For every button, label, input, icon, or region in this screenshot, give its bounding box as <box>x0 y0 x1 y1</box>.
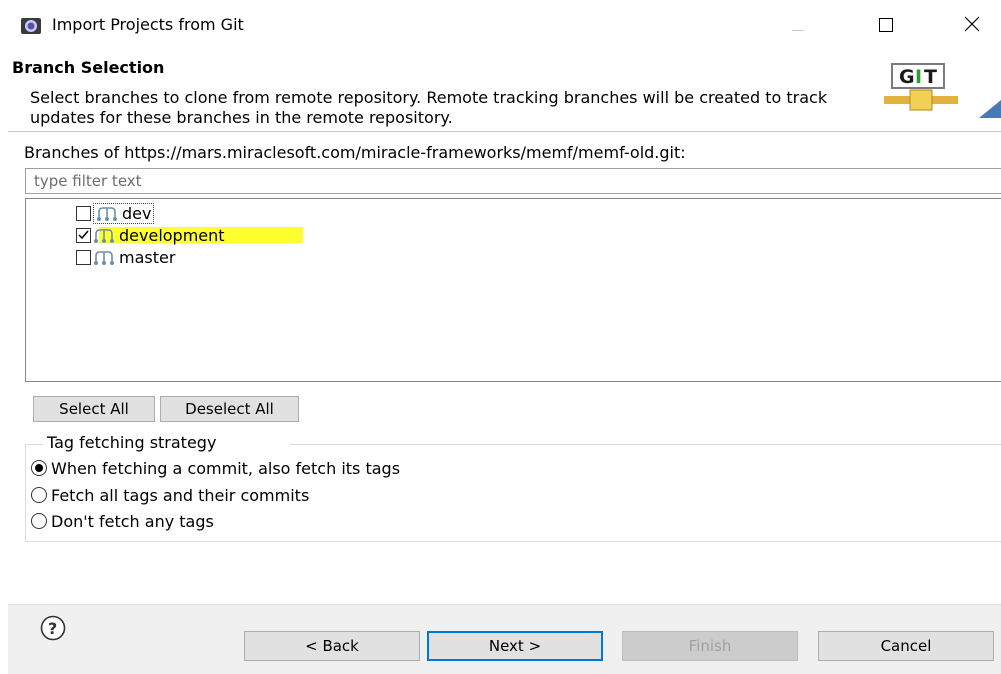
close-icon <box>964 16 980 36</box>
branch-item[interactable]: master <box>76 247 175 267</box>
group-border <box>25 444 43 445</box>
checkbox-dev[interactable] <box>76 205 91 221</box>
radio-no-tags[interactable]: Don't fetch any tags <box>31 511 214 531</box>
branch-name-dev: dev <box>122 203 152 223</box>
radio-fetch-commit-tags[interactable]: When fetching a commit, also fetch its t… <box>31 458 400 478</box>
branch-icon <box>93 248 115 266</box>
window-title: Import Projects from Git <box>52 15 244 34</box>
radio-label: Don't fetch any tags <box>51 511 214 531</box>
branch-tree[interactable]: dev development master <box>25 198 1001 382</box>
svg-text:?: ? <box>48 619 57 638</box>
radio-fetch-all-tags[interactable]: Fetch all tags and their commits <box>31 485 309 505</box>
minimize-button[interactable] <box>775 6 821 46</box>
wizard-header: Branch Selection Select branches to clon… <box>8 52 1001 130</box>
checkbox-master[interactable] <box>76 249 91 265</box>
radio-button[interactable] <box>31 487 47 503</box>
radio-button[interactable] <box>31 460 47 476</box>
eclipse-icon <box>20 16 42 36</box>
select-all-button[interactable]: Select All <box>33 396 155 422</box>
branch-icon <box>93 226 115 244</box>
cancel-button[interactable]: Cancel <box>818 631 994 661</box>
title-bar: Import Projects from Git <box>8 0 1001 52</box>
branch-name-development: development <box>119 225 225 245</box>
branch-item[interactable]: development <box>76 225 225 245</box>
branch-name-master: master <box>119 247 176 267</box>
filter-input[interactable] <box>25 168 1001 194</box>
maximize-icon <box>879 17 893 36</box>
svg-text:G: G <box>899 66 915 88</box>
back-button[interactable]: < Back <box>244 631 420 661</box>
deselect-all-button[interactable]: Deselect All <box>160 396 299 422</box>
svg-text:I: I <box>915 66 922 88</box>
page-title: Branch Selection <box>12 58 165 77</box>
maximize-button[interactable] <box>863 6 909 46</box>
minimize-icon <box>792 17 804 36</box>
page-description: Select branches to clone from remote rep… <box>30 88 828 127</box>
branch-item[interactable]: dev <box>76 202 155 224</box>
close-button[interactable] <box>949 6 995 46</box>
branch-icon <box>96 204 118 222</box>
button-bar: ? < Back Next > Finish Cancel <box>8 605 1001 674</box>
next-button[interactable]: Next > <box>427 631 603 661</box>
branches-label: Branches of https://mars.miraclesoft.com… <box>24 143 686 162</box>
checkbox-development[interactable] <box>76 227 91 243</box>
header-separator <box>8 131 1001 132</box>
group-border <box>290 444 1001 445</box>
radio-label: When fetching a commit, also fetch its t… <box>51 458 401 478</box>
svg-text:T: T <box>924 66 937 88</box>
import-dialog: Import Projects from Git Branch Selectio… <box>8 0 1001 674</box>
help-icon[interactable]: ? <box>40 615 66 641</box>
radio-label: Fetch all tags and their commits <box>51 485 310 505</box>
git-logo: G I T <box>884 60 1001 118</box>
radio-button[interactable] <box>31 513 47 529</box>
finish-button[interactable]: Finish <box>622 631 798 661</box>
tag-strategy-legend: Tag fetching strategy <box>43 433 221 452</box>
